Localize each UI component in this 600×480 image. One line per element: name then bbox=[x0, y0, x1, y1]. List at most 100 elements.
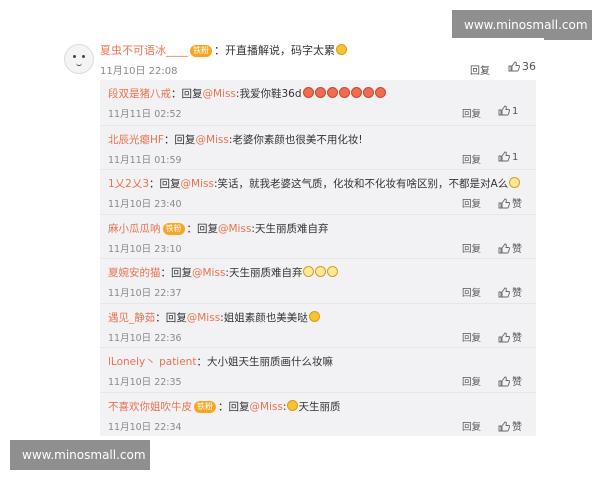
main-comment: 夏虫不可语冰____ 铁粉 ：开直播解说，码字太累 11月10日 22:08 回复 … bbox=[58, 38, 544, 80]
avatar[interactable] bbox=[64, 44, 94, 74]
timestamp: 11月11日 01:59 bbox=[108, 154, 182, 166]
reply-prefix: ：回复 bbox=[218, 400, 250, 413]
like-count: 赞 bbox=[512, 377, 522, 388]
like-button[interactable]: 36 bbox=[508, 60, 536, 73]
reply-button[interactable]: 回复 bbox=[462, 419, 481, 433]
laugh-emoji-icon bbox=[336, 44, 347, 55]
reply-button[interactable]: 回复 bbox=[462, 285, 481, 299]
mention-link[interactable]: @Miss bbox=[203, 88, 236, 100]
reply-button[interactable]: 回复 bbox=[462, 152, 481, 166]
mention-link[interactable]: @Miss bbox=[250, 401, 283, 413]
love-emoji-icon bbox=[350, 87, 362, 98]
glass-emoji-icon bbox=[509, 177, 521, 188]
thumbs-up-icon bbox=[498, 287, 510, 298]
mention-link[interactable]: @Miss bbox=[218, 223, 251, 235]
thumbs-up-icon bbox=[508, 61, 520, 72]
reply-text-line: 1乂2乂3：回复@Miss:笑话，就我老婆这气质，化妆和不化妆有啥区别，不都是对… bbox=[108, 176, 532, 191]
like-button[interactable]: 赞 bbox=[498, 240, 522, 255]
username-link[interactable]: 夏婉安的猫 bbox=[108, 267, 161, 279]
like-button[interactable]: 赞 bbox=[498, 284, 522, 299]
like-count: 赞 bbox=[512, 288, 522, 299]
reply-text: : bbox=[282, 400, 287, 413]
love-emoji-icon bbox=[338, 87, 350, 98]
reply-list: 段双是猪八戒：回复@Miss:我爱你鞋36d 11月11日 02:52 回复 1 北辰光… bbox=[100, 80, 536, 436]
timestamp: 11月10日 22:34 bbox=[108, 421, 182, 433]
reply-item: 不喜欢你姐吹牛皮 铁粉 ：回复@Miss: 天生丽质 11月10日 22:34 回复 赞 bbox=[100, 391, 536, 436]
reply-item: 1乂2乂3：回复@Miss:笑话，就我老婆这气质，化妆和不化妆有啥区别，不都是对… bbox=[100, 169, 536, 213]
reply-text-line: 夏婉安的猫：回复@Miss:天生丽质难自弃 bbox=[108, 265, 532, 280]
mention-link[interactable]: @Miss bbox=[187, 312, 220, 324]
timestamp: 11月10日 23:10 bbox=[108, 243, 182, 255]
reply-text-line: lLonely丶 patient：大小姐天生丽质画什么妆嘛 bbox=[108, 354, 532, 369]
fan-badge: 铁粉 bbox=[190, 45, 212, 57]
smile-emoji-icon bbox=[308, 310, 320, 322]
thumbs-up-icon bbox=[498, 151, 510, 161]
timestamp: 11月10日 22:08 bbox=[100, 66, 178, 77]
mention-link[interactable]: @Miss bbox=[181, 178, 214, 190]
username-link[interactable]: 北辰光瘪HF bbox=[108, 134, 164, 146]
love-emoji-icon bbox=[314, 87, 326, 98]
like-count: 36 bbox=[522, 60, 536, 73]
thumbs-up-icon bbox=[498, 332, 510, 342]
reply-button[interactable]: 回复 bbox=[462, 241, 481, 255]
like-count: 1 bbox=[512, 151, 519, 163]
username-link[interactable]: 遇见_静茹 bbox=[108, 312, 155, 324]
like-button[interactable]: 赞 bbox=[498, 373, 522, 388]
username-link[interactable]: 不喜欢你姐吹牛皮 bbox=[108, 401, 192, 413]
reply-text: :老婆你素颜也很美不用化妆! bbox=[228, 133, 363, 146]
reply-prefix: ： bbox=[196, 356, 207, 368]
username-link[interactable]: 麻小瓜瓜呐 bbox=[108, 223, 161, 235]
reply-item: 段双是猪八戒：回复@Miss:我爱你鞋36d 11月11日 02:52 回复 1 bbox=[100, 80, 536, 124]
reply-button[interactable]: 回复 bbox=[462, 374, 481, 388]
reply-item: 夏婉安的猫：回复@Miss:天生丽质难自弃 11月10日 22:37 回复 赞 bbox=[100, 258, 536, 302]
like-button[interactable]: 赞 bbox=[498, 329, 522, 344]
like-count: 赞 bbox=[512, 421, 522, 433]
love-emoji-icon bbox=[326, 87, 338, 98]
reply-text-line: 段双是猪八戒：回复@Miss:我爱你鞋36d bbox=[108, 86, 532, 101]
reply-item: lLonely丶 patient：大小姐天生丽质画什么妆嘛 11月10日 22:3… bbox=[100, 347, 536, 391]
timestamp: 11月10日 22:36 bbox=[108, 332, 182, 344]
reply-prefix: ：回复 bbox=[160, 267, 193, 279]
reply-item: 遇见_静茹：回复@Miss:姐姐素颜也美美哒 11月10日 22:36 回复 赞 bbox=[100, 302, 536, 347]
reply-button[interactable]: 回复 bbox=[470, 62, 490, 77]
thumbs-up-icon bbox=[498, 243, 510, 253]
fan-badge: 铁粉 bbox=[162, 222, 185, 235]
fan-badge: 铁粉 bbox=[194, 400, 216, 413]
like-button[interactable]: 赞 bbox=[498, 418, 522, 433]
watermark-bottom: www.minosmall.com bbox=[10, 440, 150, 470]
username-link[interactable]: 1乂2乂3 bbox=[108, 178, 149, 190]
thumbs-up-icon bbox=[498, 421, 510, 431]
glass-emoji-icon bbox=[303, 266, 315, 277]
mention-link[interactable]: @Miss bbox=[195, 134, 228, 146]
like-count: 1 bbox=[512, 106, 519, 117]
reply-button[interactable]: 回复 bbox=[462, 196, 481, 210]
username-link[interactable]: lLonely丶 patient bbox=[108, 356, 196, 368]
reply-button[interactable]: 回复 bbox=[462, 330, 481, 344]
reply-text: :天生丽质难自弃 bbox=[251, 222, 329, 235]
reply-text-line: 遇见_静茹：回复@Miss:姐姐素颜也美美哒 bbox=[108, 310, 532, 325]
reply-text: :姐姐素颜也美美哒 bbox=[220, 311, 308, 324]
like-button[interactable]: 1 bbox=[498, 105, 518, 117]
reply-button[interactable]: 回复 bbox=[462, 106, 481, 120]
reply-prefix: ：回复 bbox=[149, 178, 181, 190]
mention-link[interactable]: @Miss bbox=[192, 267, 225, 279]
username-link[interactable]: 段双是猪八戒 bbox=[108, 88, 171, 100]
timestamp: 11月10日 22:37 bbox=[108, 288, 182, 299]
like-button[interactable]: 赞 bbox=[498, 195, 522, 210]
reply-prefix: ：回复 bbox=[155, 311, 187, 324]
thumbs-up-icon bbox=[498, 105, 510, 116]
reply-text: 大小姐天生丽质画什么妆嘛 bbox=[206, 356, 333, 368]
reply-text-line: 北辰光瘪HF：回复@Miss:老婆你素颜也很美不用化妆! bbox=[108, 132, 532, 147]
glass-emoji-icon bbox=[315, 266, 327, 277]
like-button[interactable]: 1 bbox=[498, 151, 518, 163]
like-count: 赞 bbox=[512, 332, 522, 344]
username-link[interactable]: 夏虫不可语冰____ bbox=[100, 44, 188, 57]
reply-text-line: 不喜欢你姐吹牛皮 铁粉 ：回复@Miss: 天生丽质 bbox=[108, 399, 532, 414]
reply-prefix: ：回复 bbox=[171, 88, 203, 100]
thumbs-up-icon bbox=[498, 376, 510, 387]
like-count: 赞 bbox=[512, 243, 522, 255]
comment-thread: 夏虫不可语冰____ 铁粉 ：开直播解说，码字太累 11月10日 22:08 回复 … bbox=[58, 38, 544, 436]
love-emoji-icon bbox=[374, 87, 386, 98]
comment-text: ：开直播解说，码字太累 bbox=[214, 44, 335, 57]
avatar-mouth-icon bbox=[76, 63, 82, 66]
